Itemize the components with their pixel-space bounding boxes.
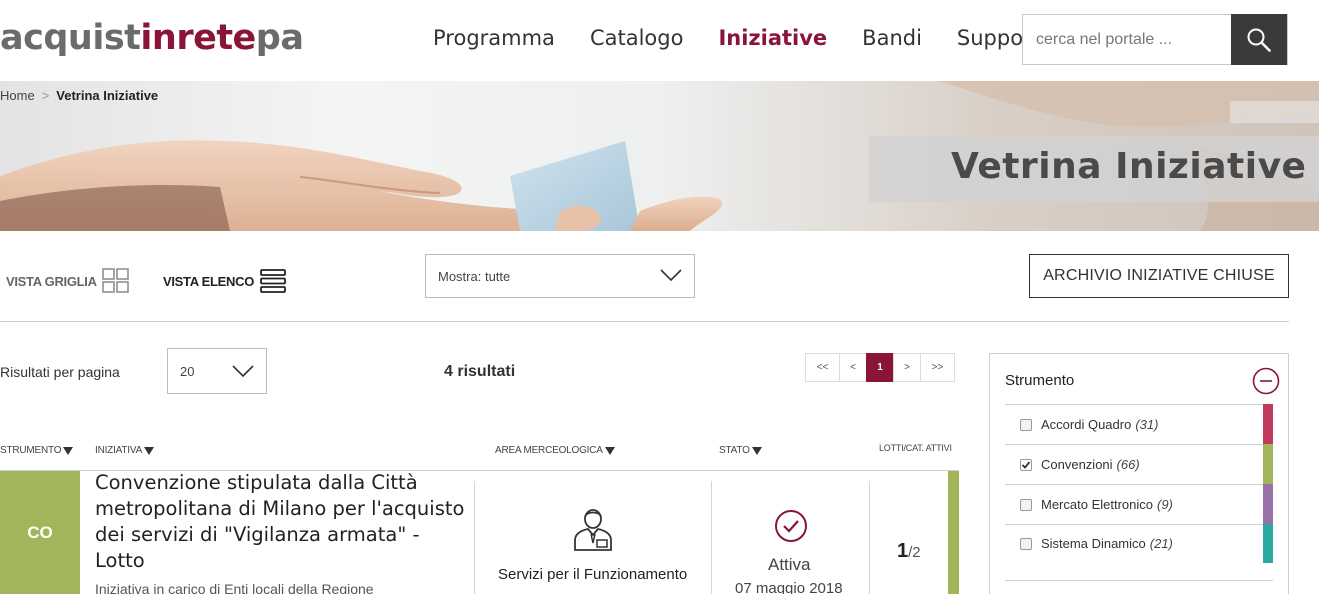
area-merceologica: Servizi per il Funzionamento [498,566,688,583]
pagination-prev[interactable]: < [839,353,867,382]
list-view-label: VISTA ELENCO [163,273,255,289]
filter-option-count: (66) [1116,457,1140,472]
column-header-area[interactable]: AREA MERCEOLOGICA [495,445,615,456]
divider [1005,484,1273,485]
breadcrumb-home[interactable]: Home [0,88,35,103]
business-person-icon [574,509,612,551]
search-button[interactable] [1231,14,1287,65]
archive-closed-initiatives-button[interactable]: ARCHIVIO INIZIATIVE CHIUSE [1029,254,1289,298]
hero-title-box: Vetrina Iniziative [869,136,1319,202]
column-header-label: STATO [719,445,750,456]
divider [1005,444,1273,445]
filter-option-count: (31) [1135,417,1159,432]
breadcrumb-current: Vetrina Iniziative [56,88,159,103]
logo-text-pa: pa [255,18,304,58]
chevron-down-icon [232,365,254,378]
results-count: 4 risultati [444,363,516,380]
status-date: 07 maggio 2018 [735,580,843,594]
filter-option-label: Mercato Elettronico [1041,497,1153,512]
pagination-first[interactable]: << [805,353,840,382]
results-per-page-select[interactable]: 20 [167,348,267,394]
pagination-page-1[interactable]: 1 [866,353,894,382]
list-view-icon [260,269,286,293]
column-divider [711,481,712,594]
strumento-badge: CO [0,471,80,594]
column-header-label: AREA MERCEOLOGICA [495,445,603,456]
site-logo[interactable]: acquistinretepa [0,18,304,58]
pagination: << < 1 > >> [805,353,955,382]
breadcrumb: Home > Vetrina Iniziative [0,88,158,103]
check-circle-icon [775,510,807,542]
filter-panel-title: Strumento [1005,372,1075,389]
column-header-stato[interactable]: STATO [719,445,762,456]
divider [0,321,1289,322]
checkbox[interactable] [1020,498,1032,511]
filter-option-convenzioni[interactable]: Convenzioni (66) [1020,457,1140,472]
show-filter-select[interactable]: Mostra: tutte [425,254,695,298]
logo-text-inrete: inrete [140,18,256,58]
total-lots: /2 [908,544,921,561]
filter-panel-strumento: Strumento Accordi Quadro (31) Convenzion… [989,353,1289,594]
main-nav: Programma Catalogo Iniziative Bandi Supp… [433,26,1088,50]
pagination-last[interactable]: >> [920,353,955,382]
sort-arrow-icon [604,446,615,455]
checkbox-checked[interactable] [1020,458,1032,471]
divider [1005,524,1273,525]
search-input[interactable] [1023,15,1231,64]
chevron-down-icon [660,269,682,282]
option-color-bar [1263,484,1273,524]
option-color-bar [1263,404,1273,444]
filter-option-label: Convenzioni [1041,457,1113,472]
column-header-iniziativa[interactable]: INIZIATIVA [95,445,155,456]
logo-text-acquist: acquist [0,18,141,58]
column-header-strumento[interactable]: STRUMENTO [0,445,74,456]
filter-option-accordi-quadro[interactable]: Accordi Quadro (31) [1020,417,1158,432]
breadcrumb-separator: > [41,88,50,103]
sort-arrow-icon [751,446,762,455]
sort-arrow-icon [144,446,155,455]
list-view-toggle[interactable]: VISTA ELENCO [163,268,287,294]
status-label: Attiva [768,555,811,574]
initiative-title[interactable]: Convenzione stipulata dalla Città metrop… [95,470,465,574]
results-per-page-value: 20 [180,363,195,379]
nav-bandi[interactable]: Bandi [862,26,922,50]
search-box [1022,14,1288,65]
column-divider [474,481,475,594]
pagination-next[interactable]: > [893,353,921,382]
initiative-subtitle: Iniziativa in carico di Enti locali dell… [95,581,374,594]
column-header-label: STRUMENTO [0,445,62,456]
filter-option-label: Accordi Quadro [1041,417,1132,432]
grid-view-toggle[interactable]: VISTA GRIGLIA [6,268,130,294]
option-color-bar [1263,444,1273,484]
filter-option-count: (21) [1149,536,1173,551]
row-color-bar [948,471,959,594]
divider [1005,580,1273,581]
search-icon [1247,28,1271,52]
column-header-lotti: LOTTI/CAT. ATTIVI [879,443,952,453]
collapse-minus-icon[interactable] [1252,367,1280,395]
hero-banner: Vetrina Iniziative [0,81,1319,231]
results-per-page-label: Risultati per pagina [0,364,120,380]
nav-iniziative[interactable]: Iniziative [718,26,827,50]
checkbox[interactable] [1020,537,1032,550]
nav-catalogo[interactable]: Catalogo [590,26,684,50]
grid-view-label: VISTA GRIGLIA [6,273,97,289]
filter-option-sistema-dinamico[interactable]: Sistema Dinamico (21) [1020,536,1173,551]
filter-option-label: Sistema Dinamico [1041,536,1146,551]
show-filter-value: Mostra: tutte [438,268,511,284]
nav-programma[interactable]: Programma [433,26,555,50]
divider [1005,404,1273,405]
active-lots: 1/2 [897,540,921,563]
filter-option-mercato-elettronico[interactable]: Mercato Elettronico (9) [1020,497,1173,512]
page-title: Vetrina Iniziative [951,146,1307,187]
sort-arrow-icon [63,446,74,455]
filter-option-count: (9) [1157,497,1173,512]
active-lots-count: 1 [897,540,909,562]
checkmark-icon [1021,460,1031,469]
grid-view-icon [101,268,129,293]
column-header-label: INIZIATIVA [95,445,143,456]
option-color-bar [1263,524,1273,563]
checkbox[interactable] [1020,418,1032,431]
column-divider [869,481,870,594]
